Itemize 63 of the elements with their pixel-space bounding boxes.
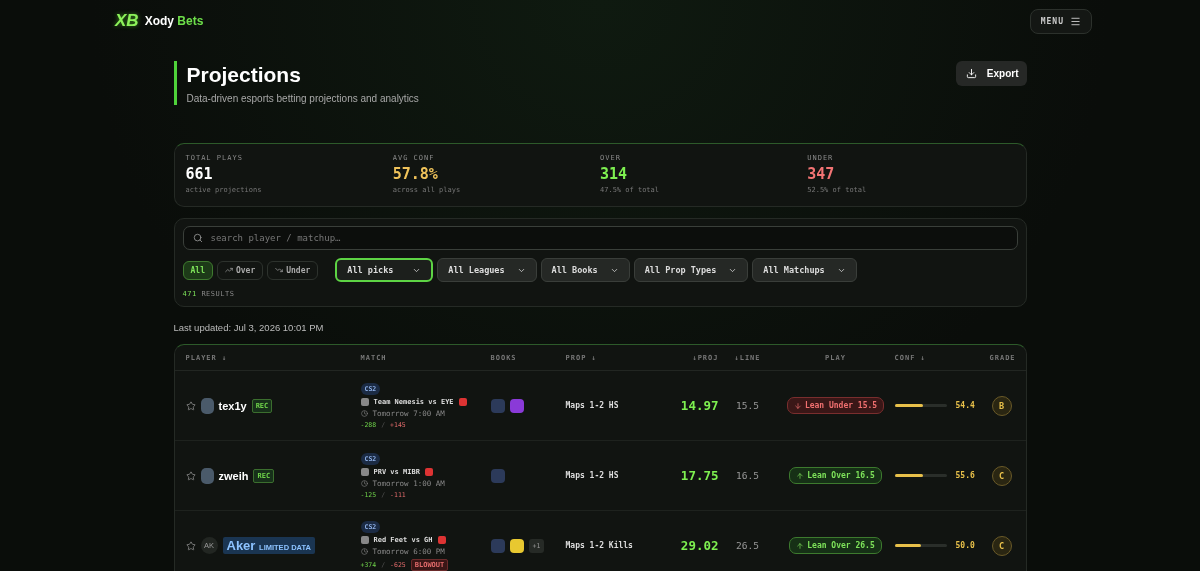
stat-value: 347	[807, 165, 836, 183]
page-title: Projections	[186, 63, 302, 87]
projection-value: 29.02	[679, 538, 719, 553]
search-icon	[192, 233, 203, 243]
arrow-up-icon	[796, 471, 805, 480]
direction-filter[interactable]: Under	[267, 260, 319, 280]
grade-badge: C	[991, 535, 1012, 556]
stat-value: 661	[185, 165, 214, 183]
line-value: 26.5	[735, 540, 760, 551]
menu-button[interactable]: MENU	[1029, 8, 1092, 34]
direction-filter[interactable]: All	[182, 260, 213, 280]
star-icon[interactable]	[185, 540, 196, 551]
menu-icon	[1070, 15, 1081, 27]
page-subtitle: Data-driven esports betting projections and analytics	[186, 93, 419, 104]
play-badge: Lean Over 26.5	[789, 537, 882, 554]
player-photo-placeholder	[200, 397, 214, 414]
arrow-down-icon	[793, 401, 802, 410]
star-icon[interactable]	[185, 400, 196, 411]
brand-logo[interactable]: XB	[115, 11, 139, 31]
export-button[interactable]: Export	[955, 61, 1027, 86]
clock-icon	[360, 409, 368, 417]
star-icon[interactable]	[185, 470, 196, 481]
clock-icon	[360, 479, 368, 487]
last-updated: Last updated: Jul 3, 2026 10:01 PM	[173, 322, 325, 333]
confidence-value: 55.6	[955, 471, 975, 480]
player-name: tex1y	[218, 399, 247, 412]
confidence-value: 54.4	[955, 401, 975, 410]
trend-down-icon	[275, 266, 284, 274]
search-input[interactable]: search player / matchup…	[208, 232, 1008, 244]
play-badge: Lean Over 16.5	[789, 467, 882, 484]
grade-badge: B	[991, 395, 1012, 416]
filter-dropdown[interactable]: All Matchups	[752, 258, 857, 282]
line-value: 15.5	[735, 400, 760, 411]
prop-type: Maps 1-2 HS	[565, 471, 619, 480]
direction-filter[interactable]: Over	[216, 260, 264, 280]
filter-dropdown[interactable]: All picks	[335, 258, 434, 282]
prop-type: Maps 1-2 Kills	[565, 541, 633, 550]
filter-dropdown[interactable]: All Prop Types	[633, 258, 749, 282]
line-value: 16.5	[735, 470, 760, 481]
team-logo-icon	[360, 535, 369, 544]
confidence-value: 50.0	[955, 541, 975, 550]
player-photo-placeholder	[200, 467, 214, 484]
projection-value: 14.97	[679, 398, 719, 413]
brand-name: Xody Bets	[144, 14, 204, 28]
team-logo-icon	[437, 535, 446, 544]
projection-value: 17.75	[679, 468, 719, 483]
clock-icon	[360, 547, 368, 555]
arrow-up-icon	[796, 541, 805, 550]
stat-value: 314	[600, 165, 629, 183]
team-logo-icon	[360, 467, 369, 476]
player-name: zweih	[218, 469, 249, 482]
play-badge: Lean Under 15.5	[786, 397, 885, 414]
download-icon	[965, 68, 977, 79]
team-logo-icon	[360, 397, 369, 406]
team-logo-icon	[458, 397, 467, 406]
prop-type: Maps 1-2 HS	[565, 401, 619, 410]
search-field[interactable]: search player / matchup…	[182, 226, 1018, 250]
stat-value: 57.8%	[392, 165, 439, 183]
grade-badge: C	[991, 465, 1012, 486]
trend-up-icon	[224, 266, 233, 274]
filter-dropdown[interactable]: All Books	[540, 258, 630, 282]
filter-dropdown[interactable]: All Leagues	[437, 258, 537, 282]
team-logo-icon	[424, 467, 433, 476]
